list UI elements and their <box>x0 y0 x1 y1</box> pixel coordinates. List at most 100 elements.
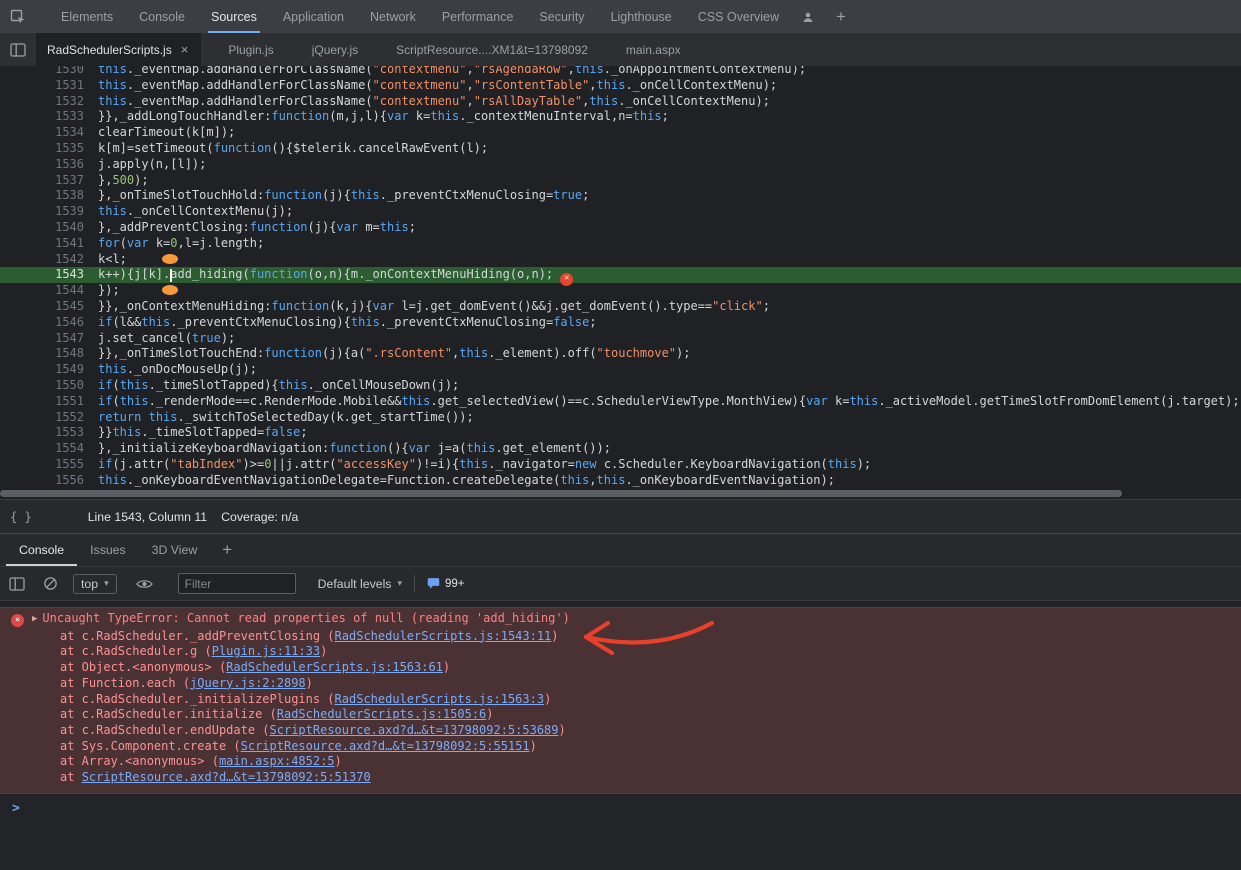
selection-handle-top[interactable] <box>162 254 178 264</box>
line-number[interactable]: 1536 <box>0 157 98 173</box>
code-line-1554[interactable]: 1554},_initializeKeyboardNavigation:func… <box>0 441 1241 457</box>
console-error-message[interactable]: ✕ ▶Uncaught TypeError: Cannot read prope… <box>0 607 1241 794</box>
code-line-1532[interactable]: 1532this._eventMap.addHandlerForClassNam… <box>0 94 1241 110</box>
file-tab-radschedulerscripts-js[interactable]: RadSchedulerScripts.js× <box>36 33 201 66</box>
code-line-1548[interactable]: 1548}},_onTimeSlotTouchEnd:function(j){a… <box>0 346 1241 362</box>
source-link[interactable]: RadSchedulerScripts.js:1543:11 <box>335 629 552 643</box>
line-number[interactable]: 1542 <box>0 252 98 268</box>
log-levels-selector[interactable]: Default levels ▾ <box>318 577 402 591</box>
scrollbar-thumb[interactable] <box>0 490 1122 497</box>
selection-handle-bottom[interactable] <box>162 285 178 295</box>
code-line-1552[interactable]: 1552return this._switchToSelectedDay(k.g… <box>0 410 1241 426</box>
tab-sources[interactable]: Sources <box>198 0 270 33</box>
line-number[interactable]: 1547 <box>0 331 98 347</box>
line-number[interactable]: 1551 <box>0 394 98 410</box>
tab-console[interactable]: Console <box>126 0 198 33</box>
line-number[interactable]: 1530 <box>0 66 98 78</box>
source-link[interactable]: RadSchedulerScripts.js:1563:61 <box>226 660 443 674</box>
code-line-1533[interactable]: 1533}},_addLongTouchHandler:function(m,j… <box>0 109 1241 125</box>
tab-performance[interactable]: Performance <box>429 0 527 33</box>
source-link[interactable]: Plugin.js:11:33 <box>212 644 320 658</box>
inspect-icon[interactable] <box>0 0 36 33</box>
code-line-1551[interactable]: 1551if(this._renderMode==c.RenderMode.Mo… <box>0 394 1241 410</box>
line-number[interactable]: 1550 <box>0 378 98 394</box>
code-line-1543[interactable]: 1543k++){j[k].add_hiding(function(o,n){m… <box>0 267 1241 283</box>
code-line-1530[interactable]: 1530this._eventMap.addHandlerForClassNam… <box>0 66 1241 78</box>
tab-application[interactable]: Application <box>270 0 357 33</box>
line-number[interactable]: 1533 <box>0 109 98 125</box>
line-number[interactable]: 1554 <box>0 441 98 457</box>
file-tab-scriptresource-xm1-t-13798092[interactable]: ScriptResource....XM1&t=13798092 <box>385 33 599 66</box>
horizontal-scrollbar[interactable] <box>0 488 1241 499</box>
line-number[interactable]: 1539 <box>0 204 98 220</box>
source-link[interactable]: ScriptResource.axd?d…&t=13798092:5:55151 <box>241 739 530 753</box>
drawer-tab-console[interactable]: Console <box>6 534 77 566</box>
line-number[interactable]: 1531 <box>0 78 98 94</box>
line-number[interactable]: 1544 <box>0 283 98 299</box>
source-link[interactable]: RadSchedulerScripts.js:1563:3 <box>335 692 545 706</box>
drawer-tab-3d-view[interactable]: 3D View <box>139 534 211 566</box>
line-number[interactable]: 1534 <box>0 125 98 141</box>
line-number[interactable]: 1535 <box>0 141 98 157</box>
more-tabs-button[interactable]: + <box>824 0 858 33</box>
source-link[interactable]: main.aspx:4852:5 <box>219 754 335 768</box>
console-prompt[interactable]: > <box>0 794 1241 817</box>
code-line-1544[interactable]: 1544}); <box>0 283 1241 299</box>
person-icon[interactable] <box>792 0 824 33</box>
source-link[interactable]: jQuery.js:2:2898 <box>190 676 306 690</box>
line-number[interactable]: 1549 <box>0 362 98 378</box>
code-line-1536[interactable]: 1536j.apply(n,[l]); <box>0 157 1241 173</box>
messages-count-button[interactable]: 99+ <box>427 577 465 590</box>
code-line-1534[interactable]: 1534clearTimeout(k[m]); <box>0 125 1241 141</box>
code-line-1535[interactable]: 1535k[m]=setTimeout(function(){$telerik.… <box>0 141 1241 157</box>
code-line-1531[interactable]: 1531this._eventMap.addHandlerForClassNam… <box>0 78 1241 94</box>
tab-security[interactable]: Security <box>526 0 597 33</box>
source-link[interactable]: ScriptResource.axd?d…&t=13798092:5:51370 <box>82 770 371 784</box>
line-number[interactable]: 1537 <box>0 173 98 189</box>
navigator-toggle-icon[interactable] <box>0 33 36 66</box>
code-line-1550[interactable]: 1550if(this._timeSlotTapped){this._onCel… <box>0 378 1241 394</box>
file-tab-jquery-js[interactable]: jQuery.js <box>301 33 369 66</box>
eye-icon[interactable] <box>127 578 162 590</box>
drawer-tab-issues[interactable]: Issues <box>77 534 139 566</box>
line-number[interactable]: 1532 <box>0 94 98 110</box>
file-tab-main-aspx[interactable]: main.aspx <box>615 33 692 66</box>
code-line-1555[interactable]: 1555if(j.attr("tabIndex")>=0||j.attr("ac… <box>0 457 1241 473</box>
clear-console-icon[interactable] <box>34 576 67 591</box>
code-line-1538[interactable]: 1538},_onTimeSlotTouchHold:function(j){t… <box>0 188 1241 204</box>
line-number[interactable]: 1552 <box>0 410 98 426</box>
tab-css-overview[interactable]: CSS Overview <box>685 0 792 33</box>
line-number[interactable]: 1538 <box>0 188 98 204</box>
line-number[interactable]: 1546 <box>0 315 98 331</box>
close-icon[interactable]: × <box>179 42 191 57</box>
line-number[interactable]: 1541 <box>0 236 98 252</box>
add-drawer-tab-button[interactable]: + <box>210 534 244 566</box>
code-line-1549[interactable]: 1549this._onDocMouseUp(j); <box>0 362 1241 378</box>
filter-input[interactable] <box>178 573 296 594</box>
code-line-1553[interactable]: 1553}}this._timeSlotTapped=false; <box>0 425 1241 441</box>
code-line-1539[interactable]: 1539this._onCellContextMenu(j); <box>0 204 1241 220</box>
console-sidebar-icon[interactable] <box>0 577 34 591</box>
tab-network[interactable]: Network <box>357 0 429 33</box>
line-number[interactable]: 1545 <box>0 299 98 315</box>
code-line-1542[interactable]: 1542k<l; <box>0 252 1241 268</box>
code-line-1556[interactable]: 1556this._onKeyboardEventNavigationDeleg… <box>0 473 1241 488</box>
line-number[interactable]: 1548 <box>0 346 98 362</box>
expand-triangle-icon[interactable]: ▶ <box>32 612 37 628</box>
code-line-1545[interactable]: 1545}},_onContextMenuHiding:function(k,j… <box>0 299 1241 315</box>
context-selector[interactable]: top ▾ <box>73 574 117 594</box>
code-line-1547[interactable]: 1547j.set_cancel(true); <box>0 331 1241 347</box>
pretty-print-button[interactable]: { } <box>10 510 32 524</box>
line-number[interactable]: 1540 <box>0 220 98 236</box>
line-number[interactable]: 1553 <box>0 425 98 441</box>
tab-elements[interactable]: Elements <box>48 0 126 33</box>
file-tab-plugin-js[interactable]: Plugin.js <box>217 33 284 66</box>
source-link[interactable]: ScriptResource.axd?d…&t=13798092:5:53689 <box>270 723 559 737</box>
code-line-1540[interactable]: 1540},_addPreventClosing:function(j){var… <box>0 220 1241 236</box>
line-number[interactable]: 1543 <box>0 267 98 283</box>
line-number[interactable]: 1555 <box>0 457 98 473</box>
source-link[interactable]: RadSchedulerScripts.js:1505:6 <box>277 707 487 721</box>
line-number[interactable]: 1556 <box>0 473 98 488</box>
code-line-1546[interactable]: 1546if(l&&this._preventCtxMenuClosing){t… <box>0 315 1241 331</box>
inline-error-icon[interactable]: ✕ <box>560 273 573 286</box>
